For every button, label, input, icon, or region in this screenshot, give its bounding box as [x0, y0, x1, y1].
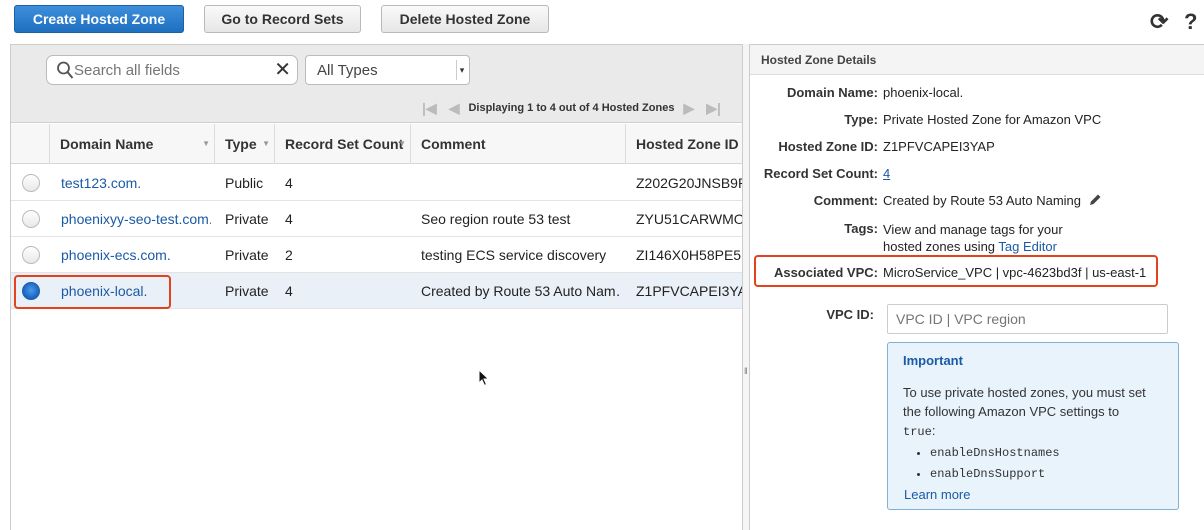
type-filter-value: All Types	[317, 62, 378, 79]
type-label: Type:	[844, 112, 878, 127]
previous-page-icon[interactable]: ◀	[449, 100, 460, 117]
sort-icon: ▼	[262, 139, 270, 148]
vpc-settings-list: enableDnsHostnames enableDnsSupport	[930, 443, 1060, 485]
important-notice: Important To use private hosted zones, y…	[887, 342, 1179, 510]
cell-type: Private	[225, 211, 269, 227]
important-line-3: true:	[903, 421, 1173, 442]
cell-type: Public	[225, 175, 264, 191]
important-body: To use private hosted zones, you must se…	[903, 383, 1173, 442]
comment-value-wrap: Created by Route 53 Auto Naming	[883, 193, 1102, 208]
cell-domain-name[interactable]: phoenix-ecs.com.	[61, 237, 211, 273]
column-header-domain-name[interactable]: Domain Name ▼	[50, 124, 215, 164]
help-icon[interactable]: ?	[1184, 10, 1197, 34]
cell-record-set-count: 2	[285, 247, 293, 263]
table-row[interactable]: phoenixyy-seo-test.com. Private 4 Seo regio…	[11, 201, 742, 237]
column-header-label: Hosted Zone ID	[636, 136, 739, 152]
colon-text: :	[931, 423, 936, 438]
tags-label: Tags:	[844, 221, 878, 236]
cell-comment	[421, 165, 619, 201]
type-value: Private Hosted Zone for Amazon VPC	[883, 112, 1102, 127]
cell-comment: Seo region route 53 test	[421, 211, 571, 227]
column-header-record-set-count[interactable]: Record Set Count ▼	[275, 124, 411, 164]
pagination-label: Displaying 1 to 4 out of 4 Hosted Zones	[468, 102, 675, 114]
domain-name-value: phoenix-local.	[883, 85, 964, 100]
cell-domain-name[interactable]: test123.com.	[61, 165, 211, 201]
pencil-edit-icon[interactable]	[1088, 193, 1102, 207]
search-box[interactable]: ✕	[46, 55, 298, 85]
record-set-count-label: Record Set Count:	[763, 166, 878, 181]
vpc-id-input[interactable]	[887, 304, 1168, 334]
delete-hosted-zone-button[interactable]: Delete Hosted Zone	[381, 5, 549, 33]
chevron-down-icon: ▾	[456, 60, 467, 80]
cell-hosted-zone-id: ZI146X0H58PE5	[636, 247, 742, 263]
row-radio-button[interactable]	[22, 174, 40, 192]
code-true: true	[903, 425, 932, 439]
cell-hosted-zone-id: ZYU51CARWMOT	[636, 211, 742, 227]
tag-editor-link[interactable]: Tag Editor	[998, 239, 1057, 254]
filter-bar: ✕ All Types ▾ |◀ ◀ Displaying 1 to 4 out…	[11, 45, 742, 123]
cell-type: Private	[225, 283, 269, 299]
tags-text: hosted zones using	[883, 239, 996, 254]
column-header-label: Type	[225, 136, 257, 152]
pagination: |◀ ◀ Displaying 1 to 4 out of 4 Hosted Z…	[416, 100, 727, 116]
column-header-type[interactable]: Type ▼	[215, 124, 275, 164]
vpc-id-label: VPC ID:	[826, 307, 874, 322]
cell-domain-name[interactable]: phoenixyy-seo-test.com.	[61, 201, 211, 237]
search-icon	[57, 61, 74, 79]
search-input[interactable]	[74, 60, 264, 80]
first-page-icon[interactable]: |◀	[422, 100, 437, 117]
important-title: Important	[903, 353, 963, 368]
list-item: enableDnsHostnames	[930, 443, 1060, 464]
row-radio-button[interactable]	[22, 210, 40, 228]
table-row[interactable]: phoenix-ecs.com. Private 2 testing ECS serv…	[11, 237, 742, 273]
comment-label: Comment:	[813, 193, 878, 208]
table-row[interactable]: test123.com. Public 4 Z202G20JNSB9PI	[11, 165, 742, 201]
record-set-count-link[interactable]: 4	[883, 166, 890, 181]
selected-row-highlight	[14, 275, 171, 309]
column-header-label: Record Set Count	[285, 136, 404, 152]
domain-name-label: Domain Name:	[786, 85, 878, 100]
cell-comment: Created by Route 53 Auto Nam…	[421, 283, 619, 299]
tags-text-line: View and manage tags for your	[883, 222, 1063, 237]
clear-search-icon[interactable]: ✕	[274, 58, 291, 82]
cell-record-set-count: 4	[285, 175, 293, 191]
column-header-label: Domain Name	[60, 136, 154, 152]
comment-value: Created by Route 53 Auto Naming	[883, 193, 1082, 208]
hosted-zone-id-value: Z1PFVCAPEI3YAP	[883, 139, 995, 154]
cell-hosted-zone-id: Z1PFVCAPEI3YAP	[636, 283, 742, 299]
hosted-zone-details-panel: Hosted Zone Details Domain Name: phoenix…	[750, 44, 1204, 530]
column-header-comment[interactable]: Comment	[411, 124, 626, 164]
important-line-2: the following Amazon VPC settings to	[903, 404, 1120, 419]
important-line: To use private hosted zones, you must se…	[903, 385, 1146, 400]
last-page-icon[interactable]: ▶|	[706, 100, 721, 117]
panel-splitter[interactable]: ‖	[742, 44, 750, 530]
table-header: Domain Name ▼ Type ▼ Record Set Count ▼ Com…	[11, 124, 742, 164]
details-header: Hosted Zone Details	[750, 45, 1204, 75]
select-column-header	[11, 124, 50, 164]
go-to-record-sets-button[interactable]: Go to Record Sets	[204, 5, 361, 33]
sort-icon: ▼	[398, 139, 406, 148]
cell-record-set-count: 4	[285, 283, 293, 299]
hosted-zones-list-panel: ✕ All Types ▾ |◀ ◀ Displaying 1 to 4 out…	[10, 44, 742, 530]
drag-handle-icon[interactable]: ‖	[744, 366, 748, 376]
column-header-label: Comment	[421, 136, 486, 152]
mouse-cursor-icon	[478, 369, 490, 387]
associated-vpc-highlight	[754, 255, 1158, 287]
refresh-icon[interactable]: ⟳	[1150, 10, 1168, 34]
type-filter-select[interactable]: All Types ▾	[305, 55, 470, 85]
tags-text-line-2: hosted zones using Tag Editor	[883, 238, 1063, 255]
cell-type: Private	[225, 247, 269, 263]
learn-more-link[interactable]: Learn more	[904, 487, 970, 502]
cell-hosted-zone-id: Z202G20JNSB9PI	[636, 175, 742, 191]
cell-comment: testing ECS service discovery	[421, 247, 607, 263]
sort-icon: ▼	[202, 139, 210, 148]
tags-value: View and manage tags for your hosted zon…	[883, 221, 1063, 255]
column-header-hosted-zone-id[interactable]: Hosted Zone ID	[626, 124, 742, 164]
create-hosted-zone-button[interactable]: Create Hosted Zone	[14, 5, 184, 33]
row-radio-button[interactable]	[22, 246, 40, 264]
cell-record-set-count: 4	[285, 211, 293, 227]
list-item: enableDnsSupport	[930, 464, 1060, 485]
hosted-zone-id-label: Hosted Zone ID:	[778, 139, 878, 154]
next-page-icon[interactable]: ▶	[683, 100, 694, 117]
